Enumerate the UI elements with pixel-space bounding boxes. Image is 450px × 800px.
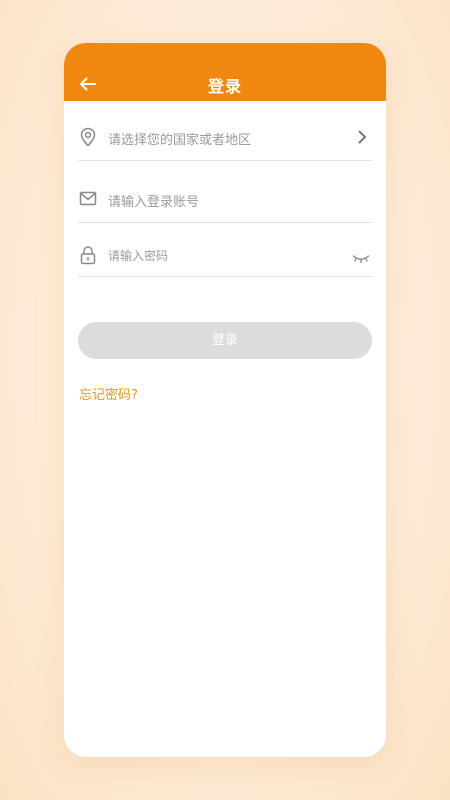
chevron-right-icon	[354, 129, 370, 145]
page-title: 登录	[207, 77, 242, 96]
account-placeholder: 请输入登录账号	[108, 195, 200, 210]
region-selector[interactable]: 请选择您的国家或者地区	[78, 121, 372, 161]
forgot-password-link[interactable]: 忘记密码?	[79, 384, 138, 403]
eye-closed-icon[interactable]	[352, 249, 370, 264]
login-button[interactable]: 登录	[78, 322, 372, 359]
region-placeholder: 请选择您的国家或者地区	[108, 133, 252, 148]
lock-icon	[79, 245, 97, 265]
envelope-icon	[79, 189, 97, 209]
app-header: 登录	[64, 43, 386, 101]
phone-screen: 登录 请选择您的国家或者地区 请输入登录账号 请输入密码 登录 忘记密码?	[64, 43, 386, 757]
location-pin-icon	[79, 127, 97, 147]
account-field[interactable]: 请输入登录账号	[78, 183, 372, 223]
password-placeholder: 请输入密码	[108, 249, 169, 263]
password-field[interactable]: 请输入密码	[78, 237, 372, 277]
